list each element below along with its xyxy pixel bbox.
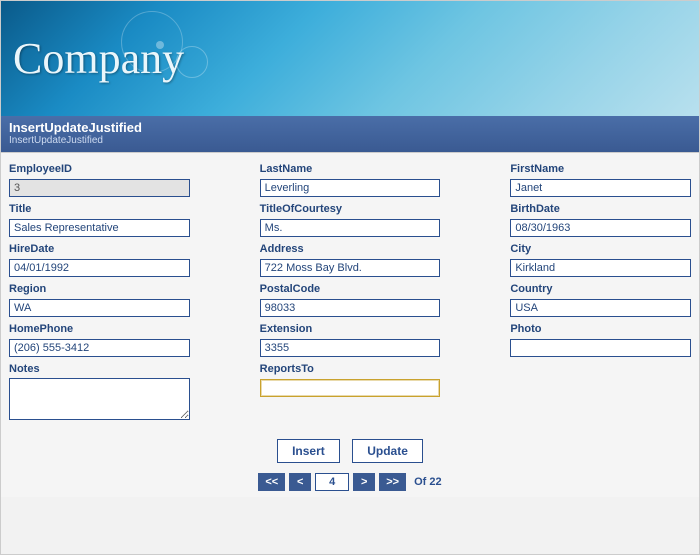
- form-actions: Insert Update: [9, 439, 691, 463]
- input-photo[interactable]: [510, 339, 691, 357]
- label-birthdate: BirthDate: [510, 203, 691, 215]
- label-photo: Photo: [510, 323, 691, 335]
- input-birthdate[interactable]: [510, 219, 691, 237]
- page-subtitle: InsertUpdateJustified: [9, 135, 691, 146]
- field-extension: Extension: [260, 323, 441, 357]
- label-homephone: HomePhone: [9, 323, 190, 335]
- input-hiredate[interactable]: [9, 259, 190, 277]
- form-col-3: FirstName BirthDate City Country Photo: [510, 163, 691, 431]
- pager-current: 4: [315, 473, 349, 491]
- label-extension: Extension: [260, 323, 441, 335]
- label-notes: Notes: [9, 363, 190, 375]
- pager-last-button[interactable]: >>: [379, 473, 406, 491]
- app-banner: Company: [1, 1, 699, 116]
- label-titleofcourtesy: TitleOfCourtesy: [260, 203, 441, 215]
- field-country: Country: [510, 283, 691, 317]
- update-button[interactable]: Update: [352, 439, 423, 463]
- input-homephone[interactable]: [9, 339, 190, 357]
- pager-total: Of 22: [414, 476, 442, 488]
- form-grid: EmployeeID Title HireDate Region HomePho…: [9, 163, 691, 431]
- insert-button[interactable]: Insert: [277, 439, 340, 463]
- input-notes[interactable]: [9, 378, 190, 420]
- label-region: Region: [9, 283, 190, 295]
- page-title: InsertUpdateJustified: [9, 120, 691, 135]
- field-notes: Notes: [9, 363, 190, 425]
- label-hiredate: HireDate: [9, 243, 190, 255]
- input-reportsto[interactable]: [260, 379, 441, 397]
- field-employeeid: EmployeeID: [9, 163, 190, 197]
- field-region: Region: [9, 283, 190, 317]
- label-postalcode: PostalCode: [260, 283, 441, 295]
- label-firstname: FirstName: [510, 163, 691, 175]
- pager-next-button[interactable]: >: [353, 473, 375, 491]
- input-firstname[interactable]: [510, 179, 691, 197]
- label-reportsto: ReportsTo: [260, 363, 441, 375]
- field-homephone: HomePhone: [9, 323, 190, 357]
- field-firstname: FirstName: [510, 163, 691, 197]
- field-photo: Photo: [510, 323, 691, 357]
- label-title: Title: [9, 203, 190, 215]
- input-region[interactable]: [9, 299, 190, 317]
- field-titleofcourtesy: TitleOfCourtesy: [260, 203, 441, 237]
- input-lastname[interactable]: [260, 179, 441, 197]
- input-postalcode[interactable]: [260, 299, 441, 317]
- label-lastname: LastName: [260, 163, 441, 175]
- field-reportsto: ReportsTo: [260, 363, 441, 397]
- input-titleofcourtesy[interactable]: [260, 219, 441, 237]
- label-address: Address: [260, 243, 441, 255]
- page-subheader: InsertUpdateJustified InsertUpdateJustif…: [1, 116, 699, 153]
- field-birthdate: BirthDate: [510, 203, 691, 237]
- form-area: EmployeeID Title HireDate Region HomePho…: [1, 153, 699, 497]
- field-postalcode: PostalCode: [260, 283, 441, 317]
- input-employeeid: [9, 179, 190, 197]
- pager-prev-button[interactable]: <: [289, 473, 311, 491]
- field-hiredate: HireDate: [9, 243, 190, 277]
- input-city[interactable]: [510, 259, 691, 277]
- form-col-1: EmployeeID Title HireDate Region HomePho…: [9, 163, 190, 431]
- input-title[interactable]: [9, 219, 190, 237]
- field-city: City: [510, 243, 691, 277]
- pager-first-button[interactable]: <<: [258, 473, 285, 491]
- input-country[interactable]: [510, 299, 691, 317]
- label-country: Country: [510, 283, 691, 295]
- field-lastname: LastName: [260, 163, 441, 197]
- input-extension[interactable]: [260, 339, 441, 357]
- pager: << < 4 > >> Of 22: [9, 473, 691, 491]
- label-city: City: [510, 243, 691, 255]
- label-employeeid: EmployeeID: [9, 163, 190, 175]
- app-title: Company: [13, 33, 184, 84]
- input-address[interactable]: [260, 259, 441, 277]
- field-address: Address: [260, 243, 441, 277]
- form-col-2: LastName TitleOfCourtesy Address PostalC…: [260, 163, 441, 431]
- field-title: Title: [9, 203, 190, 237]
